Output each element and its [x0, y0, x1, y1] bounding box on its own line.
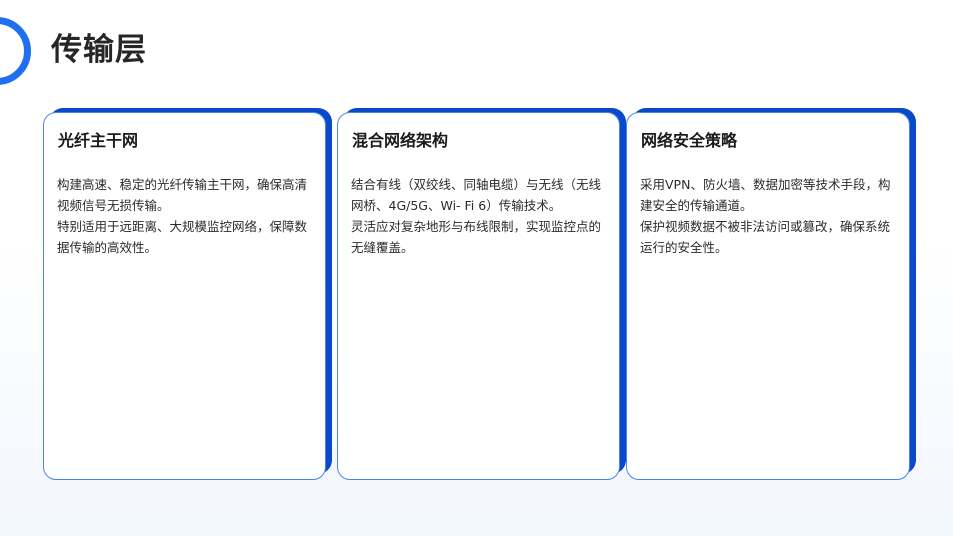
- card-paragraph: 构建高速、稳定的光纤传输主干网，确保高清视频信号无损传输。: [57, 177, 308, 213]
- card-hybrid-network: 混合网络架构 结合有线（双绞线、同轴电缆）与无线（无线网桥、4G/5G、Wi- …: [337, 108, 626, 480]
- card-network-security: 网络安全策略 采用VPN、防火墙、数据加密等技术手段，构建安全的传输通道。 保护…: [626, 108, 916, 480]
- card-panel: 网络安全策略 采用VPN、防火墙、数据加密等技术手段，构建安全的传输通道。 保护…: [626, 112, 910, 480]
- card-title: 混合网络架构: [352, 131, 449, 150]
- card-body: 结合有线（双绞线、同轴电缆）与无线（无线网桥、4G/5G、Wi- Fi 6）传输…: [351, 174, 606, 258]
- decorative-ring: [0, 17, 31, 85]
- card-paragraph: 灵活应对复杂地形与布线限制，实现监控点的无缝覆盖。: [351, 219, 602, 255]
- card-paragraph: 保护视频数据不被非法访问或篡改，确保系统运行的安全性。: [640, 219, 891, 255]
- card-paragraph: 特别适用于远距离、大规模监控网络，保障数据传输的高效性。: [57, 219, 308, 255]
- card-fiber-backbone: 光纤主干网 构建高速、稳定的光纤传输主干网，确保高清视频信号无损传输。 特别适用…: [43, 108, 332, 480]
- card-paragraph: 采用VPN、防火墙、数据加密等技术手段，构建安全的传输通道。: [640, 177, 891, 213]
- card-paragraph: 结合有线（双绞线、同轴电缆）与无线（无线网桥、4G/5G、Wi- Fi 6）传输…: [351, 177, 602, 213]
- card-body: 采用VPN、防火墙、数据加密等技术手段，构建安全的传输通道。 保护视频数据不被非…: [640, 174, 896, 258]
- card-panel: 光纤主干网 构建高速、稳定的光纤传输主干网，确保高清视频信号无损传输。 特别适用…: [43, 112, 326, 480]
- card-panel: 混合网络架构 结合有线（双绞线、同轴电缆）与无线（无线网桥、4G/5G、Wi- …: [337, 112, 620, 480]
- card-title: 光纤主干网: [58, 131, 139, 150]
- card-body: 构建高速、稳定的光纤传输主干网，确保高清视频信号无损传输。 特别适用于远距离、大…: [57, 174, 312, 258]
- card-title: 网络安全策略: [641, 131, 738, 150]
- page-title: 传输层: [51, 32, 147, 68]
